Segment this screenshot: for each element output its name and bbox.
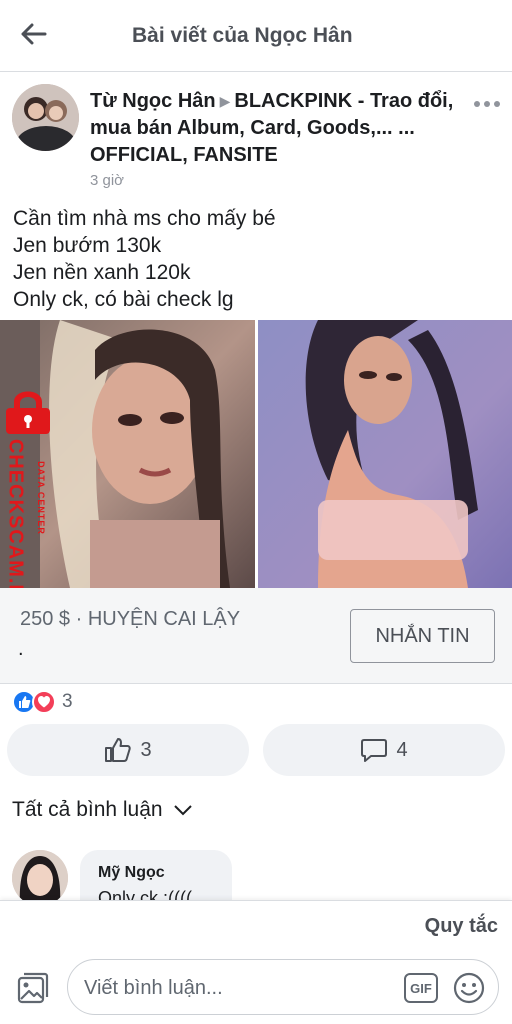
comment-composer: Quy tắc GIF xyxy=(0,900,512,1024)
marketplace-bar: 250 $ · HUYỆN CAI LẬY . NHẮN TIN xyxy=(0,588,512,684)
post-line: Only ck, có bài check lg xyxy=(13,288,234,311)
reactions-summary[interactable]: 3 xyxy=(12,689,73,715)
like-button[interactable]: 3 xyxy=(7,724,249,776)
gif-button[interactable]: GIF xyxy=(404,973,438,1003)
comment-bubble-icon xyxy=(361,739,388,762)
all-comments-label: Tất cả bình luận xyxy=(12,798,163,821)
commenter-avatar[interactable] xyxy=(12,850,68,900)
thumbs-up-icon xyxy=(105,738,132,762)
photo-attach-icon[interactable] xyxy=(14,969,52,1007)
post-author-line: Từ Ngọc Hân ▶ BLACKPINK - Trao đổi, mua bá… xyxy=(90,88,470,169)
comment-count: 4 xyxy=(396,738,408,761)
listing-extra: . xyxy=(18,638,24,660)
love-reaction-icon xyxy=(32,690,56,714)
chevron-down-icon xyxy=(173,805,192,816)
author-name[interactable]: Từ Ngọc Hân xyxy=(90,90,216,112)
message-seller-button[interactable]: NHẮN TIN xyxy=(350,609,495,663)
comment-input-box: GIF xyxy=(67,959,499,1015)
post-photos xyxy=(0,320,512,588)
emoji-icon[interactable] xyxy=(452,971,486,1005)
more-options-icon[interactable] xyxy=(470,92,504,116)
page-title: Bài viết của Ngọc Hân xyxy=(132,24,353,47)
comment-text: Only ck :(((( xyxy=(98,888,192,900)
comment-input[interactable] xyxy=(84,974,394,1002)
share-arrow-icon: ▶ xyxy=(219,93,231,110)
back-arrow-icon[interactable] xyxy=(16,18,52,50)
author-avatar[interactable] xyxy=(12,84,79,151)
commenter-name[interactable]: Mỹ Ngọc xyxy=(98,864,165,882)
reaction-count: 3 xyxy=(62,691,73,712)
post-line: Jen nền xanh 120k xyxy=(13,261,191,284)
all-comments-dropdown[interactable]: Tất cả bình luận xyxy=(12,798,193,822)
top-bar: Bài viết của Ngọc Hân xyxy=(0,0,512,72)
post-body: Cần tìm nhà ms cho mấy bé Jen bướm 130k … xyxy=(13,205,493,313)
comment-button[interactable]: 4 xyxy=(263,724,505,776)
price-location: 250 $ · HUYỆN CAI LẬY xyxy=(20,608,241,630)
post-line: Cần tìm nhà ms cho mấy bé xyxy=(13,207,276,230)
watermark-tagline: DATA CENTER xyxy=(36,461,46,535)
photo-card-2[interactable] xyxy=(257,320,512,588)
comment-item: Mỹ Ngọc Only ck :(((( xyxy=(12,850,500,900)
like-count: 3 xyxy=(140,738,152,761)
rules-link[interactable]: Quy tắc xyxy=(425,915,498,938)
post-timestamp[interactable]: 3 giờ xyxy=(90,172,124,189)
comment-bubble[interactable]: Mỹ Ngọc Only ck :(((( xyxy=(80,850,232,900)
post-line: Jen bướm 130k xyxy=(13,234,162,257)
post-header: Từ Ngọc Hân ▶ BLACKPINK - Trao đổi, mua bá… xyxy=(0,72,512,196)
